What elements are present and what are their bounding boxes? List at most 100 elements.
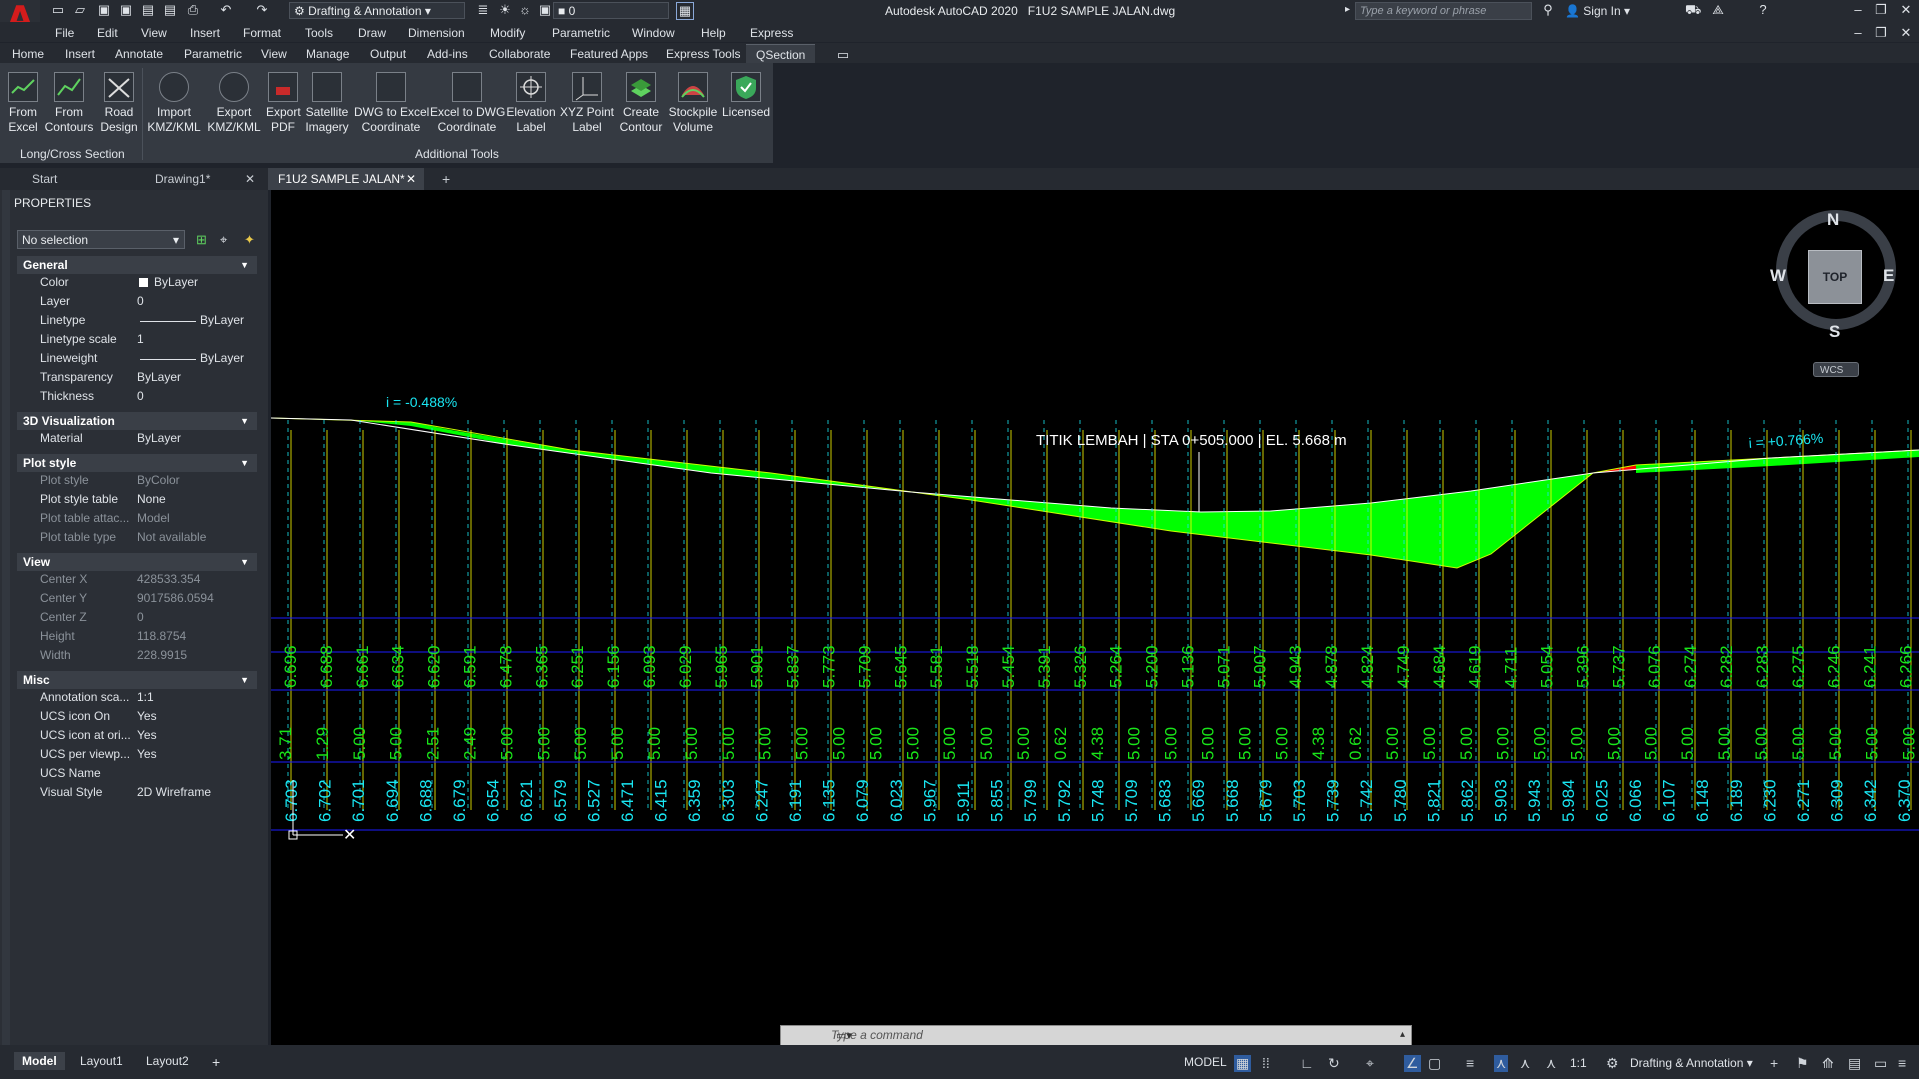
tab-collaborate[interactable]: Collaborate bbox=[489, 47, 550, 61]
tab-drawing1[interactable]: Drawing1* ✕ bbox=[145, 168, 261, 190]
prop-value[interactable]: 0 bbox=[137, 294, 144, 308]
menu-parametric[interactable]: Parametric bbox=[552, 26, 610, 40]
menu-window[interactable]: Window bbox=[632, 26, 675, 40]
undo-icon[interactable]: ↶ bbox=[218, 2, 234, 18]
open-web-icon[interactable]: ▤ bbox=[140, 2, 156, 18]
lineweight-icon[interactable]: ≡ bbox=[1466, 1055, 1474, 1071]
prop-value[interactable]: 1:1 bbox=[137, 690, 154, 704]
ribbon-toggle-icon[interactable]: ▭ bbox=[835, 47, 851, 63]
close-icon[interactable]: ✕ bbox=[1898, 2, 1914, 18]
export-pdf-button[interactable]: Export PDF bbox=[266, 72, 301, 135]
dwg-to-excel-button[interactable]: DWG to Excel Coordinate bbox=[354, 72, 429, 135]
plot-icon[interactable]: ⎙ bbox=[185, 2, 201, 18]
osnap-icon[interactable]: ⌖ bbox=[1366, 1055, 1374, 1072]
redo-icon[interactable]: ↷ bbox=[254, 2, 270, 18]
layer-properties-icon[interactable]: ≣ bbox=[475, 2, 491, 18]
select-objects-icon[interactable]: ⌖ bbox=[220, 232, 227, 248]
menu-tools[interactable]: Tools bbox=[305, 26, 333, 40]
menu-express[interactable]: Express bbox=[750, 26, 793, 40]
export-kmz-button[interactable]: Export KMZ/KML bbox=[206, 72, 262, 135]
tab-f1u2-sample-jalan[interactable]: F1U2 SAMPLE JALAN* ✕ bbox=[268, 168, 424, 190]
selection-dropdown[interactable]: No selection ▾ bbox=[17, 230, 185, 249]
from-excel-button[interactable]: From Excel bbox=[4, 72, 42, 135]
layout-tab-layout1[interactable]: Layout1 bbox=[72, 1052, 131, 1070]
tab-annotate[interactable]: Annotate bbox=[115, 47, 163, 61]
customize-menu-icon[interactable]: ≡ bbox=[1898, 1055, 1906, 1071]
prop-value[interactable]: Yes bbox=[137, 709, 157, 723]
ortho-icon[interactable]: ∟ bbox=[1300, 1055, 1314, 1071]
cart-icon[interactable]: ⛟ bbox=[1685, 2, 1701, 18]
tab-parametric[interactable]: Parametric bbox=[184, 47, 242, 61]
sun-icon[interactable]: ☼ bbox=[517, 2, 533, 18]
layout-tab-model[interactable]: Model bbox=[14, 1052, 65, 1070]
prop-value[interactable]: ByLayer bbox=[154, 275, 198, 289]
excel-to-dwg-button[interactable]: Excel to DWG Coordinate bbox=[430, 72, 505, 135]
save-icon[interactable]: ▣ bbox=[96, 2, 112, 18]
menu-modify[interactable]: Modify bbox=[490, 26, 525, 40]
prop-value[interactable]: 0 bbox=[137, 389, 144, 403]
clean-screen-icon[interactable]: ▤ bbox=[1848, 1055, 1861, 1072]
tab-featured-apps[interactable]: Featured Apps bbox=[570, 47, 648, 61]
lock-icon[interactable]: ▣ bbox=[537, 2, 553, 18]
doc-minimize-icon[interactable]: – bbox=[1850, 25, 1866, 41]
annotation-scale-value[interactable]: 1:1 bbox=[1570, 1056, 1587, 1070]
help-icon[interactable]: ? bbox=[1755, 2, 1771, 18]
grid-icon[interactable]: ▦ bbox=[1234, 1055, 1252, 1072]
fullscreen-icon[interactable]: ▭ bbox=[1874, 1055, 1887, 1072]
tab-manage[interactable]: Manage bbox=[306, 47, 349, 61]
open-folder-icon[interactable]: ▱ bbox=[72, 2, 88, 18]
menu-insert[interactable]: Insert bbox=[190, 26, 220, 40]
menu-draw[interactable]: Draw bbox=[358, 26, 386, 40]
bulb-icon[interactable]: ☀ bbox=[497, 2, 513, 18]
tab-view[interactable]: View bbox=[261, 47, 287, 61]
calculator-icon[interactable]: ▦ bbox=[676, 2, 694, 20]
menu-help[interactable]: Help bbox=[701, 26, 726, 40]
tab-output[interactable]: Output bbox=[370, 47, 406, 61]
plus-icon[interactable]: + bbox=[1770, 1055, 1778, 1071]
command-history-icon[interactable]: ▭▾ bbox=[836, 1029, 852, 1042]
prop-value[interactable]: None bbox=[137, 492, 166, 506]
command-input[interactable]: Type a command bbox=[780, 1025, 1412, 1046]
annotation-visibility-icon[interactable]: ⋏ bbox=[1494, 1055, 1509, 1072]
licensed-button[interactable]: Licensed bbox=[722, 72, 770, 120]
viewcube-top-face[interactable]: TOP bbox=[1808, 250, 1862, 304]
prop-value[interactable]: 2D Wireframe bbox=[137, 785, 211, 799]
menu-edit[interactable]: Edit bbox=[97, 26, 118, 40]
isolate-icon[interactable]: ⚑ bbox=[1796, 1055, 1809, 1072]
tab-insert[interactable]: Insert bbox=[65, 47, 95, 61]
command-expand-icon[interactable]: ▴ bbox=[1400, 1029, 1405, 1040]
dynamic-ucs-icon[interactable]: ▢ bbox=[1428, 1055, 1441, 1072]
tab-start[interactable]: Start bbox=[22, 168, 140, 190]
minimize-icon[interactable]: – bbox=[1850, 2, 1866, 18]
create-contour-button[interactable]: Create Contour bbox=[618, 72, 664, 135]
add-layout-plus-icon[interactable]: + bbox=[204, 1052, 228, 1072]
compass-north[interactable]: N bbox=[1827, 210, 1839, 230]
tab-qsection[interactable]: QSection bbox=[746, 44, 816, 65]
new-tab-plus-icon[interactable]: + bbox=[432, 168, 456, 190]
from-contours-button[interactable]: From Contours bbox=[44, 72, 94, 135]
restore-icon[interactable]: ❐ bbox=[1873, 2, 1889, 18]
snap-icon[interactable]: ⁞⁞ bbox=[1262, 1055, 1270, 1071]
road-design-button[interactable]: Road Design bbox=[96, 72, 142, 135]
section-misc[interactable]: Misc ▼ bbox=[17, 671, 257, 689]
search-input[interactable]: Type a keyword or phrase bbox=[1355, 2, 1532, 20]
save-as-icon[interactable]: ▣ bbox=[118, 2, 134, 18]
binoculars-icon[interactable]: ⚲ bbox=[1540, 2, 1556, 18]
elevation-label-button[interactable]: Elevation Label bbox=[506, 72, 556, 135]
compass-east[interactable]: E bbox=[1883, 266, 1894, 286]
tab-add-ins[interactable]: Add-ins bbox=[427, 47, 468, 61]
prop-value[interactable]: 1 bbox=[137, 332, 144, 346]
menu-format[interactable]: Format bbox=[243, 26, 281, 40]
compass-south[interactable]: S bbox=[1829, 322, 1840, 342]
new-file-icon[interactable]: ▭ bbox=[50, 2, 66, 18]
menu-file[interactable]: File bbox=[55, 26, 74, 40]
layout-tab-layout2[interactable]: Layout2 bbox=[138, 1052, 197, 1070]
workspace-gear-icon[interactable]: ⚙ bbox=[1606, 1055, 1619, 1072]
wcs-menu[interactable]: WCS bbox=[1813, 362, 1859, 377]
close-active-tab-icon[interactable]: ✕ bbox=[406, 168, 416, 190]
model-space-toggle[interactable]: MODEL bbox=[1184, 1055, 1227, 1069]
prop-value[interactable]: Yes bbox=[137, 728, 157, 742]
polar-icon[interactable]: ↻ bbox=[1328, 1055, 1340, 1072]
stockpile-volume-button[interactable]: Stockpile Volume bbox=[666, 72, 720, 135]
section-view[interactable]: View ▼ bbox=[17, 553, 257, 571]
